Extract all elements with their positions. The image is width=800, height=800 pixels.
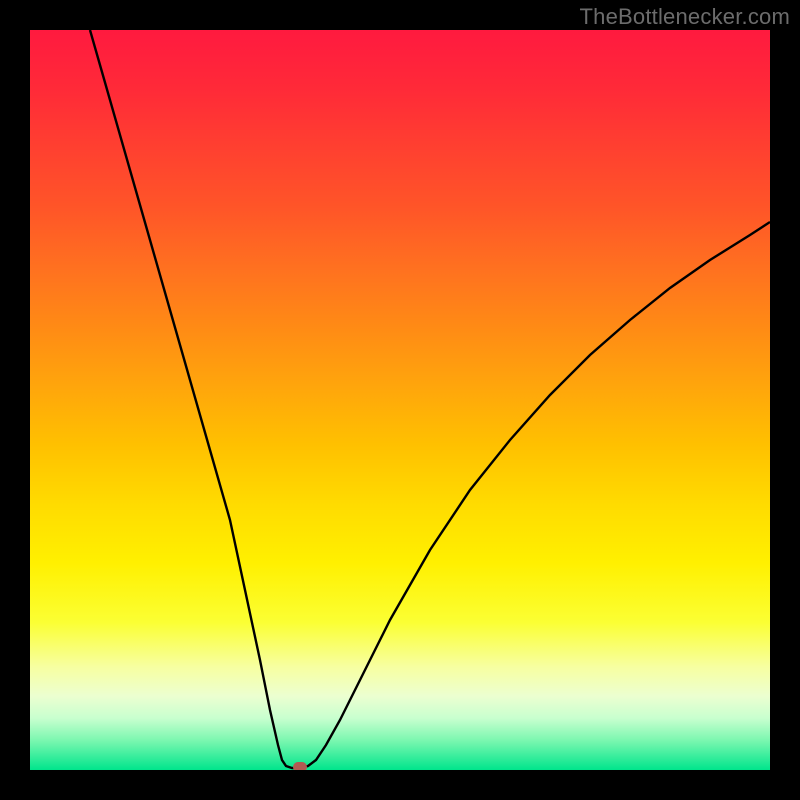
watermark-text: TheBottlenecker.com xyxy=(580,4,790,30)
plot-area xyxy=(30,30,770,770)
bottleneck-curve xyxy=(30,30,770,770)
curve-path xyxy=(90,30,770,768)
chart-frame xyxy=(0,0,800,800)
optimal-point-marker xyxy=(293,762,307,770)
